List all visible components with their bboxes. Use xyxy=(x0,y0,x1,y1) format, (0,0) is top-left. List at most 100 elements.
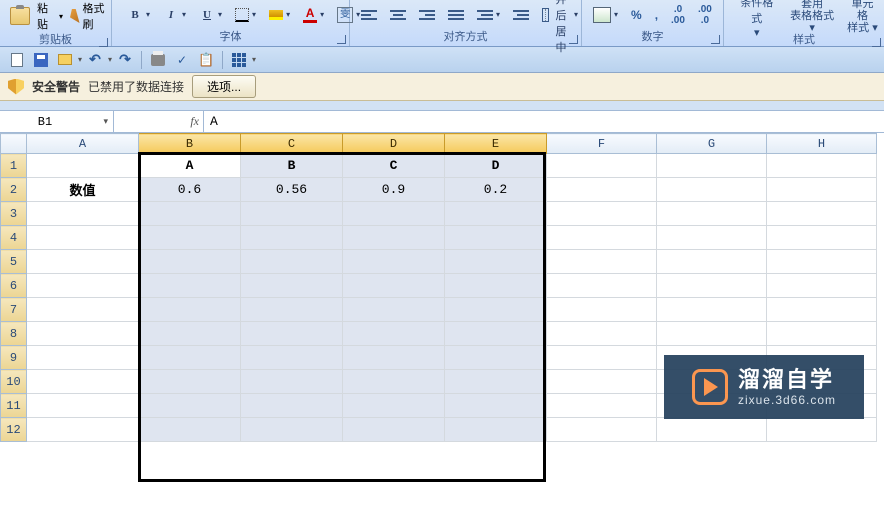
cell-F1[interactable] xyxy=(547,154,657,178)
cell-D12[interactable] xyxy=(343,418,445,442)
cell-C6[interactable] xyxy=(241,274,343,298)
cell-C5[interactable] xyxy=(241,250,343,274)
cell-E8[interactable] xyxy=(445,322,547,346)
row-header-6[interactable]: 6 xyxy=(1,274,27,298)
col-header-G[interactable]: G xyxy=(657,134,767,154)
align-right-button[interactable] xyxy=(414,4,440,26)
cell-F10[interactable] xyxy=(547,370,657,394)
col-header-F[interactable]: F xyxy=(547,134,657,154)
row-header-10[interactable]: 10 xyxy=(1,370,27,394)
cell-A3[interactable] xyxy=(27,202,139,226)
cell-G12[interactable] xyxy=(657,418,767,442)
cell-F8[interactable] xyxy=(547,322,657,346)
row-header-3[interactable]: 3 xyxy=(1,202,27,226)
cell-H3[interactable] xyxy=(767,202,877,226)
cell-H8[interactable] xyxy=(767,322,877,346)
cell-C12[interactable] xyxy=(241,418,343,442)
cell-B1[interactable]: A xyxy=(139,154,241,178)
paste-button[interactable] xyxy=(6,7,34,25)
cell-A4[interactable] xyxy=(27,226,139,250)
cell-E6[interactable] xyxy=(445,274,547,298)
cell-D1[interactable]: C xyxy=(343,154,445,178)
font-color-button[interactable]: A xyxy=(298,4,329,26)
security-options-button[interactable]: 选项... xyxy=(192,75,256,98)
cell-F2[interactable] xyxy=(547,178,657,202)
cell-E10[interactable] xyxy=(445,370,547,394)
name-box[interactable] xyxy=(0,111,114,132)
cell-F12[interactable] xyxy=(547,418,657,442)
cell-B9[interactable] xyxy=(139,346,241,370)
cell-B8[interactable] xyxy=(139,322,241,346)
cell-B3[interactable] xyxy=(139,202,241,226)
align-justify-button[interactable] xyxy=(443,4,469,26)
cell-G8[interactable] xyxy=(657,322,767,346)
cell-D11[interactable] xyxy=(343,394,445,418)
cell-E4[interactable] xyxy=(445,226,547,250)
new-button[interactable] xyxy=(6,49,28,71)
row-header-7[interactable]: 7 xyxy=(1,298,27,322)
grid-button[interactable] xyxy=(228,49,250,71)
cell-B7[interactable] xyxy=(139,298,241,322)
row-header-11[interactable]: 11 xyxy=(1,394,27,418)
border-button[interactable] xyxy=(230,4,261,26)
cell-C9[interactable] xyxy=(241,346,343,370)
indent-dec-button[interactable] xyxy=(472,4,505,26)
cell-F11[interactable] xyxy=(547,394,657,418)
cell-G6[interactable] xyxy=(657,274,767,298)
cell-B5[interactable] xyxy=(139,250,241,274)
col-header-H[interactable]: H xyxy=(767,134,877,154)
cell-F7[interactable] xyxy=(547,298,657,322)
cell-G3[interactable] xyxy=(657,202,767,226)
cell-E2[interactable]: 0.2 xyxy=(445,178,547,202)
cell-C1[interactable]: B xyxy=(241,154,343,178)
open-button[interactable] xyxy=(54,49,76,71)
cell-B12[interactable] xyxy=(139,418,241,442)
cell-B4[interactable] xyxy=(139,226,241,250)
cell-D6[interactable] xyxy=(343,274,445,298)
tool2-button[interactable]: 📋 xyxy=(195,49,217,71)
row-header-5[interactable]: 5 xyxy=(1,250,27,274)
cell-D3[interactable] xyxy=(343,202,445,226)
cell-C8[interactable] xyxy=(241,322,343,346)
cell-A11[interactable] xyxy=(27,394,139,418)
cell-C11[interactable] xyxy=(241,394,343,418)
col-header-B[interactable]: B xyxy=(139,134,241,154)
cell-A9[interactable] xyxy=(27,346,139,370)
cell-A10[interactable] xyxy=(27,370,139,394)
redo-button[interactable] xyxy=(114,49,136,71)
col-header-E[interactable]: E xyxy=(445,134,547,154)
cell-F9[interactable] xyxy=(547,346,657,370)
cell-E11[interactable] xyxy=(445,394,547,418)
print-button[interactable] xyxy=(147,49,169,71)
col-header-A[interactable]: A xyxy=(27,134,139,154)
cell-C4[interactable] xyxy=(241,226,343,250)
cell-E7[interactable] xyxy=(445,298,547,322)
comma-button[interactable]: , xyxy=(650,4,663,26)
undo-button[interactable] xyxy=(84,49,106,71)
formula-input[interactable] xyxy=(204,111,884,132)
row-header-4[interactable]: 4 xyxy=(1,226,27,250)
cell-G2[interactable] xyxy=(657,178,767,202)
indent-inc-button[interactable] xyxy=(508,4,534,26)
cell-A5[interactable] xyxy=(27,250,139,274)
cell-E9[interactable] xyxy=(445,346,547,370)
italic-button[interactable]: I xyxy=(158,4,191,26)
cell-F5[interactable] xyxy=(547,250,657,274)
cell-G1[interactable] xyxy=(657,154,767,178)
cell-D8[interactable] xyxy=(343,322,445,346)
cell-D5[interactable] xyxy=(343,250,445,274)
fx-icon[interactable]: fx xyxy=(190,114,199,129)
cell-A7[interactable] xyxy=(27,298,139,322)
cell-F4[interactable] xyxy=(547,226,657,250)
cell-F3[interactable] xyxy=(547,202,657,226)
cell-A2[interactable]: 数值 xyxy=(27,178,139,202)
cell-H6[interactable] xyxy=(767,274,877,298)
cell-E12[interactable] xyxy=(445,418,547,442)
cell-B6[interactable] xyxy=(139,274,241,298)
cell-C2[interactable]: 0.56 xyxy=(241,178,343,202)
cell-A6[interactable] xyxy=(27,274,139,298)
currency-button[interactable] xyxy=(588,4,623,26)
cell-G5[interactable] xyxy=(657,250,767,274)
cell-D10[interactable] xyxy=(343,370,445,394)
cell-E3[interactable] xyxy=(445,202,547,226)
